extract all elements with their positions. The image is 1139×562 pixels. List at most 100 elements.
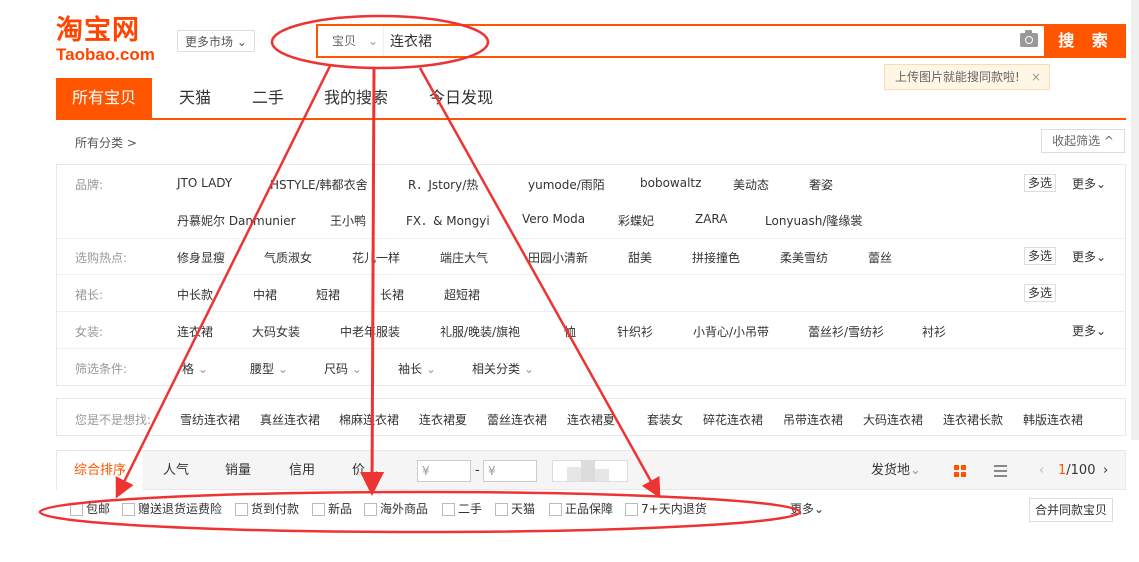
tab-my-search[interactable]: 我的搜索: [324, 78, 388, 118]
filter-condition-dropdown[interactable]: 格 ⌄: [182, 360, 208, 377]
tab-tmall[interactable]: 天猫: [179, 78, 211, 118]
checkbox[interactable]: [235, 503, 248, 516]
filter-condition-dropdown[interactable]: 腰型 ⌄: [250, 360, 288, 377]
checkbox-label[interactable]: 海外商品: [380, 500, 428, 517]
filter-brand-item[interactable]: 奢姿: [809, 176, 833, 193]
checkbox-label[interactable]: 货到付款: [251, 500, 299, 517]
tab-all-items[interactable]: 所有宝贝: [56, 78, 153, 118]
filter-brand-item[interactable]: Lonyuash/隆缘裳: [765, 212, 862, 229]
suggestion-item[interactable]: 连衣裙长款: [943, 411, 1003, 428]
more-markets-button[interactable]: 更多市场 ⌄: [177, 30, 255, 52]
price-min-input[interactable]: ¥: [417, 460, 471, 482]
suggestion-item[interactable]: 吊带连衣裙: [783, 411, 843, 428]
filter-brand-item[interactable]: yumode/雨陌: [528, 176, 605, 193]
filter-condition-dropdown[interactable]: 袖长 ⌄: [398, 360, 436, 377]
filter-condition-dropdown[interactable]: 尺码 ⌄: [324, 360, 362, 377]
search-button[interactable]: 搜 索: [1046, 24, 1126, 58]
filter-brand-item[interactable]: HSTYLE/韩都衣舍: [270, 176, 368, 193]
filter-length-item[interactable]: 中长款: [177, 286, 213, 303]
suggestion-item[interactable]: 连衣裙夏: [567, 411, 615, 428]
suggestion-item[interactable]: 雪纺连衣裙: [180, 411, 240, 428]
filter-women-item[interactable]: 大码女装: [252, 323, 300, 340]
sort-sales[interactable]: 销量: [225, 451, 251, 491]
suggestion-item[interactable]: 大码连衣裙: [863, 411, 923, 428]
list-view-icon[interactable]: [994, 465, 1007, 477]
checkbox-label[interactable]: 新品: [328, 500, 352, 517]
filter-women-item[interactable]: 恤: [564, 323, 576, 340]
checkbox-label[interactable]: 正品保障: [565, 500, 613, 517]
filter-hot-item[interactable]: 柔美雪纺: [780, 249, 828, 266]
filter-hot-item[interactable]: 气质淑女: [264, 249, 312, 266]
search-type-select[interactable]: 宝贝 ⌄: [318, 26, 384, 56]
next-page-icon[interactable]: ›: [1103, 451, 1108, 491]
camera-icon[interactable]: [1020, 30, 1038, 47]
filter-length-item[interactable]: 中裙: [253, 286, 277, 303]
suggestion-item[interactable]: 韩版连衣裙: [1023, 411, 1083, 428]
checkbox[interactable]: [122, 503, 135, 516]
filter-brand-item[interactable]: JTO LADY: [177, 176, 232, 190]
checkbox[interactable]: [495, 503, 508, 516]
checkbox-label[interactable]: 天猫: [511, 500, 535, 517]
filter-women-item[interactable]: 小背心/小吊带: [693, 323, 769, 340]
filter-brand-item[interactable]: 丹慕妮尔 Danmunier: [177, 212, 296, 229]
more-button[interactable]: 更多⌄: [1072, 248, 1106, 265]
more-button[interactable]: 更多⌄: [1072, 322, 1106, 339]
filter-brand-item[interactable]: bobowaltz: [640, 176, 701, 190]
more-services-button[interactable]: 更多⌄: [790, 500, 824, 517]
category-breadcrumb[interactable]: 所有分类 >: [75, 134, 137, 151]
more-button[interactable]: 更多⌄: [1072, 175, 1106, 192]
filter-women-item[interactable]: 针织衫: [617, 323, 653, 340]
filter-women-item[interactable]: 礼服/晚装/旗袍: [440, 323, 520, 340]
checkbox[interactable]: [364, 503, 377, 516]
filter-brand-item[interactable]: FX．& Mongyi: [406, 212, 490, 229]
filter-hot-item[interactable]: 花儿一样: [352, 249, 400, 266]
price-range-chart-icon[interactable]: [552, 460, 628, 482]
filter-women-item[interactable]: 衬衫: [922, 323, 946, 340]
suggestion-item[interactable]: 蕾丝连衣裙: [487, 411, 547, 428]
filter-women-item[interactable]: 蕾丝衫/雪纺衫: [808, 323, 884, 340]
suggestion-item[interactable]: 棉麻连衣裙: [339, 411, 399, 428]
grid-view-icon[interactable]: [954, 465, 966, 477]
suggestion-item[interactable]: 套装女: [647, 411, 683, 428]
collapse-filter-button[interactable]: 收起筛选 ^: [1041, 129, 1125, 153]
checkbox[interactable]: [549, 503, 562, 516]
checkbox-label[interactable]: 包邮: [86, 500, 110, 517]
taobao-logo[interactable]: 淘宝网 Taobao.com: [56, 16, 166, 66]
prev-page-icon[interactable]: ‹: [1039, 451, 1044, 491]
filter-hot-item[interactable]: 甜美: [628, 249, 652, 266]
filter-length-item[interactable]: 短裙: [316, 286, 340, 303]
filter-brand-item[interactable]: 彩蝶妃: [618, 212, 654, 229]
multi-select-button[interactable]: 多选: [1024, 284, 1056, 302]
suggestion-item[interactable]: 连衣裙夏: [419, 411, 467, 428]
filter-length-item[interactable]: 超短裙: [444, 286, 480, 303]
price-max-input[interactable]: ¥: [483, 460, 537, 482]
filter-brand-item[interactable]: R．Jstory/热: [408, 176, 478, 193]
sort-credit[interactable]: 信用: [289, 451, 315, 491]
filter-brand-item[interactable]: Vero Moda: [522, 212, 585, 226]
multi-select-button[interactable]: 多选: [1024, 247, 1056, 265]
filter-hot-item[interactable]: 拼接撞色: [692, 249, 740, 266]
filter-hot-item[interactable]: 田园小清新: [528, 249, 588, 266]
filter-hot-item[interactable]: 修身显瘦: [177, 249, 225, 266]
sort-comprehensive[interactable]: 综合排序: [57, 451, 143, 491]
checkbox-label[interactable]: 7+天内退货: [641, 500, 707, 517]
sort-popularity[interactable]: 人气: [163, 451, 189, 491]
checkbox-label[interactable]: 赠送退货运费险: [138, 500, 222, 517]
suggestion-item[interactable]: 真丝连衣裙: [260, 411, 320, 428]
filter-hot-item[interactable]: 端庄大气: [440, 249, 488, 266]
search-input[interactable]: [390, 26, 990, 56]
tab-today-discover[interactable]: 今日发现: [429, 78, 493, 118]
filter-brand-item[interactable]: ZARA: [695, 212, 728, 226]
sort-price[interactable]: 价 ⌄: [352, 451, 380, 491]
filter-length-item[interactable]: 长裙: [380, 286, 404, 303]
merge-same-items-button[interactable]: 合并同款宝贝: [1029, 498, 1113, 522]
checkbox[interactable]: [625, 503, 638, 516]
suggestion-item[interactable]: 碎花连衣裙: [703, 411, 763, 428]
filter-brand-item[interactable]: 美动态: [733, 176, 769, 193]
checkbox[interactable]: [312, 503, 325, 516]
multi-select-button[interactable]: 多选: [1024, 174, 1056, 192]
checkbox[interactable]: [70, 503, 83, 516]
checkbox-label[interactable]: 二手: [458, 500, 482, 517]
checkbox[interactable]: [442, 503, 455, 516]
filter-brand-item[interactable]: 王小鸭: [330, 212, 366, 229]
